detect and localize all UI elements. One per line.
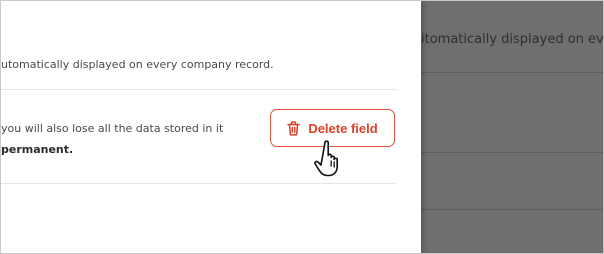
field-settings-panel: utomatically displayed on every company … [1, 1, 421, 253]
background-page-overlay: itomatically displayed on eve [421, 1, 603, 253]
background-divider [421, 152, 603, 153]
delete-warning-text: you will also lose all the data stored i… [1, 122, 224, 135]
panel-divider [1, 183, 397, 184]
hand-pointer-icon [314, 139, 350, 179]
trash-icon [287, 120, 301, 136]
background-divider [421, 72, 603, 73]
background-divider [421, 209, 603, 210]
delete-warning-emphasis: permanent. [1, 143, 74, 156]
background-description-text: itomatically displayed on eve [421, 32, 604, 47]
panel-divider [1, 89, 397, 90]
delete-field-button-label: Delete field [308, 120, 378, 136]
field-description-text: utomatically displayed on every company … [1, 58, 274, 71]
screenshot-frame: itomatically displayed on eve utomatical… [0, 0, 604, 254]
